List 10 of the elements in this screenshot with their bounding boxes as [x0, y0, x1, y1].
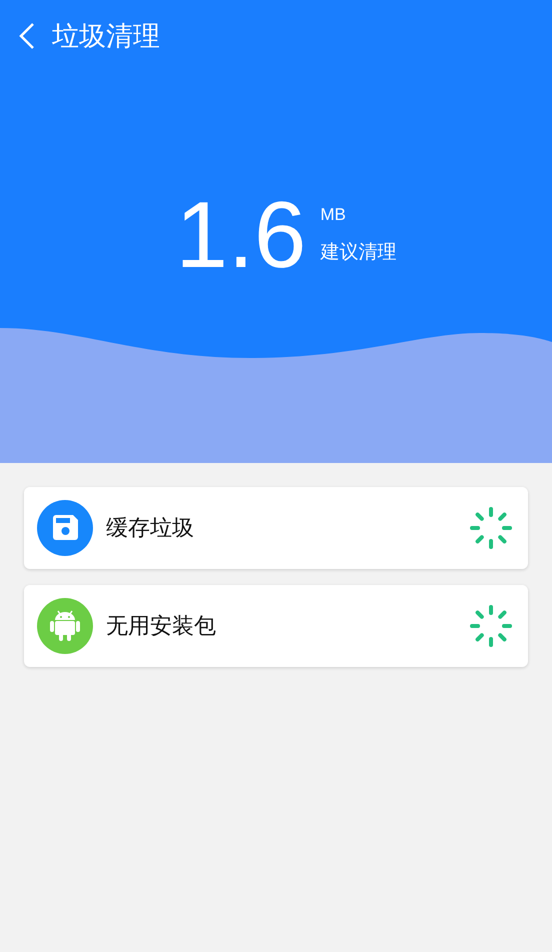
- junk-category-card[interactable]: 缓存垃圾: [24, 487, 528, 569]
- category-label: 缓存垃圾: [106, 515, 195, 543]
- floppy-disk-icon: [37, 500, 93, 556]
- page-title: 垃圾清理: [52, 20, 160, 54]
- junk-category-card[interactable]: 无用安装包: [24, 585, 528, 667]
- category-label: 无用安装包: [106, 613, 217, 641]
- advice-text: 建议清理: [320, 240, 396, 265]
- android-icon: [37, 598, 93, 654]
- size-unit: MB: [320, 205, 347, 225]
- junk-size: 1.6: [176, 188, 306, 282]
